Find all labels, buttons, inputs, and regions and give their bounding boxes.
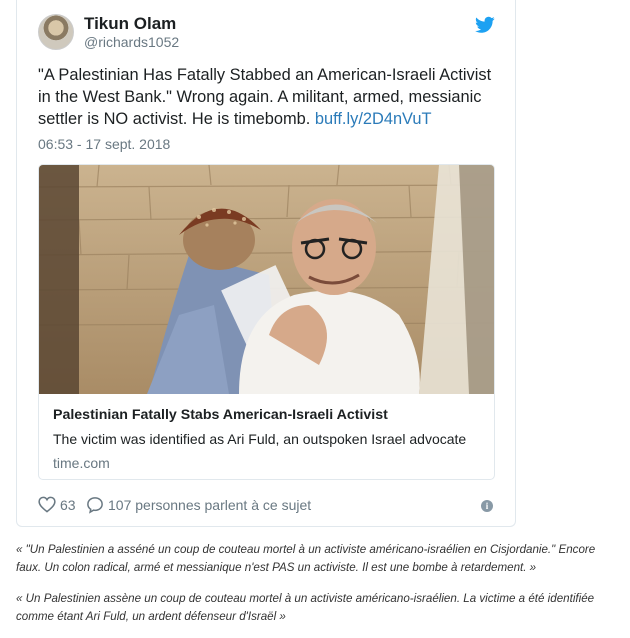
twitter-bird-icon[interactable] — [475, 16, 495, 34]
user-handle[interactable]: @richards1052 — [84, 34, 179, 50]
card-description[interactable]: The victim was identified as Ari Fuld, a… — [53, 431, 466, 447]
translation-quote-2: « Un Palestinien assène un coup de coute… — [16, 592, 595, 623]
avatar[interactable] — [38, 14, 74, 50]
tweet-text: "A Palestinian Has Fatally Stabbed an Am… — [38, 64, 508, 130]
card-domain[interactable]: time.com — [53, 455, 110, 471]
heart-icon[interactable] — [38, 496, 56, 513]
display-name[interactable]: Tikun Olam — [84, 14, 176, 34]
like-count[interactable]: 63 — [60, 497, 76, 513]
tweet-timestamp[interactable]: 06:53 - 17 sept. 2018 — [38, 136, 170, 152]
info-icon[interactable]: i — [481, 500, 493, 512]
translation-quote-1: « "Un Palestinien a asséné un coup de co… — [16, 543, 596, 574]
card-title[interactable]: Palestinian Fatally Stabs American-Israe… — [53, 407, 388, 423]
tweet-link[interactable]: buff.ly/2D4nVuT — [315, 110, 432, 128]
card-photo[interactable] — [39, 165, 495, 394]
link-preview-card[interactable]: Palestinian Fatally Stabs American-Israe… — [38, 164, 495, 480]
conversation-count[interactable]: 107 personnes parlent à ce sujet — [108, 497, 311, 513]
embedded-tweet: Tikun Olam @richards1052 "A Palestinian … — [16, 0, 516, 527]
tweet-actions: 63 107 personnes parlent à ce sujet i — [38, 494, 495, 516]
reply-bubble-icon[interactable] — [86, 496, 104, 514]
tweet-header: Tikun Olam @richards1052 — [38, 14, 495, 54]
